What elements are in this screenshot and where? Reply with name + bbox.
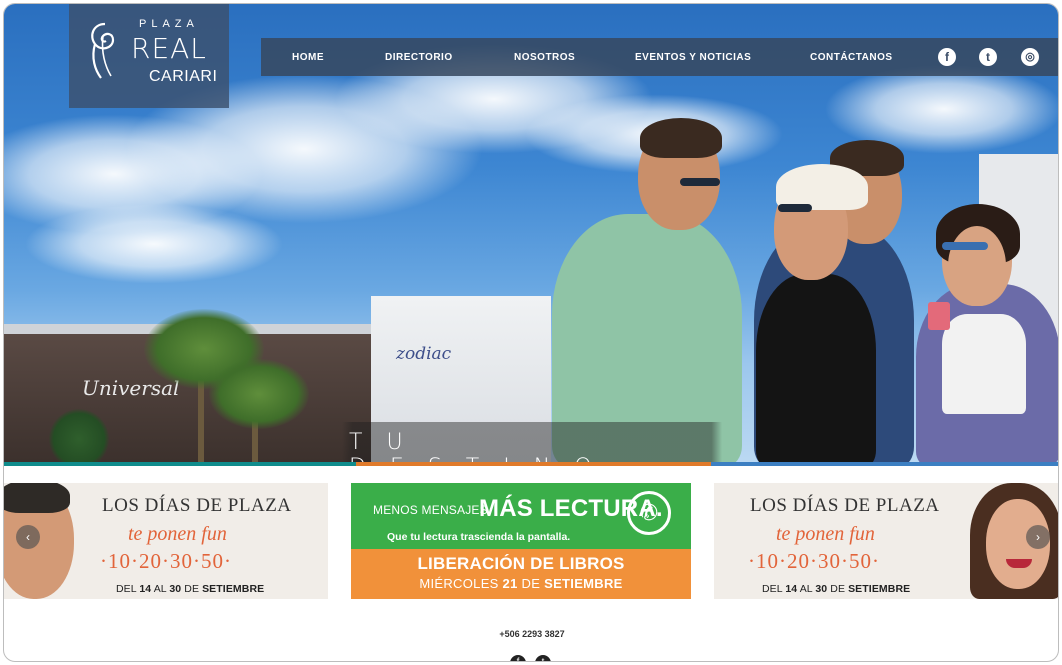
- banner-numbers: ·10·20·30·50·: [100, 549, 232, 573]
- stripe-blue: [711, 462, 1058, 466]
- zodiac-sign: zodiac: [396, 344, 452, 364]
- logo-plaza: PLAZA: [139, 18, 199, 30]
- footer-phone: +506 2293 3827: [499, 629, 565, 639]
- instagram-icon[interactable]: ◎: [1021, 48, 1039, 66]
- banner-fun: te ponen fun: [776, 523, 875, 545]
- person-hair: [640, 118, 722, 158]
- stripe-teal: [4, 462, 356, 466]
- site-logo[interactable]: PLAZA REAL CARIARI: [69, 4, 229, 108]
- nav-home[interactable]: HOME: [292, 52, 324, 63]
- carousel-prev-arrow[interactable]: ‹: [16, 525, 40, 549]
- facebook-icon[interactable]: f: [938, 48, 956, 66]
- banner-fun: te ponen fun: [128, 523, 227, 545]
- banner-title: LIBERACIÓN DE LIBROS: [417, 554, 625, 573]
- swirl-icon: [91, 22, 115, 79]
- sunglasses: [680, 178, 720, 186]
- banner-title: LOS DÍAS DE PLAZA: [102, 495, 292, 516]
- facebook-icon[interactable]: f: [510, 655, 526, 661]
- twitter-icon[interactable]: t: [535, 655, 551, 661]
- hero-tagline: TU DESTINO: [349, 430, 592, 466]
- nav-directorio[interactable]: DIRECTORIO: [385, 52, 453, 63]
- nav-eventos[interactable]: EVENTOS Y NOTICIAS: [635, 52, 751, 63]
- carousel-next-arrow[interactable]: ›: [1026, 525, 1050, 549]
- logo-cariari: CARIARI: [149, 68, 218, 85]
- stripe-orange: [356, 462, 711, 466]
- man-hair: [4, 483, 70, 513]
- phone-device: [928, 302, 950, 330]
- promo-banner-left[interactable]: LOS DÍAS DE PLAZA te ponen fun ·10·20·30…: [4, 483, 328, 599]
- promo-banner-right[interactable]: LOS DÍAS DE PLAZA te ponen fun ·10·20·30…: [714, 483, 1058, 599]
- nav-nosotros[interactable]: NOSOTROS: [514, 52, 575, 63]
- banner-dates: DEL 14 AL 30 DE SETIEMBRE: [762, 583, 911, 595]
- sunglasses: [942, 242, 988, 250]
- palm-leaves: [209, 359, 309, 429]
- banner-numbers: ·10·20·30·50·: [748, 549, 880, 573]
- twitter-icon[interactable]: t: [979, 48, 997, 66]
- main-nav: HOME DIRECTORIO NOSOTROS EVENTOS Y NOTIC…: [261, 38, 1058, 76]
- logo-real: REAL: [131, 32, 207, 65]
- person-face: [948, 226, 1006, 306]
- sunglasses: [778, 204, 812, 212]
- nav-contactanos[interactable]: CONTÁCTANOS: [810, 52, 893, 63]
- banner-green: MENOS MENSAJES. MÁS LECTURA. Que tu lect…: [351, 483, 691, 549]
- cloud: [24, 204, 284, 284]
- banner-date: MIÉRCOLES 21 DE SETIEMBRE: [419, 576, 623, 591]
- banner-line3: Que tu lectura trascienda la pantalla.: [387, 531, 571, 543]
- banner-dates: DEL 14 AL 30 DE SETIEMBRE: [116, 583, 265, 595]
- banner-title: LOS DÍAS DE PLAZA: [750, 495, 940, 516]
- browser-frame: Universal zodiac TU DESTINO: [3, 3, 1059, 662]
- promo-banner-middle[interactable]: MENOS MENSAJES. MÁS LECTURA. Que tu lect…: [351, 483, 691, 599]
- banner-orange: LIBERACIÓN DE LIBROS MIÉRCOLES 21 DE SET…: [351, 549, 691, 599]
- person-top: [942, 314, 1026, 414]
- banner-line1: MENOS MENSAJES.: [373, 503, 492, 517]
- whatsapp-icon: ✆: [627, 491, 671, 535]
